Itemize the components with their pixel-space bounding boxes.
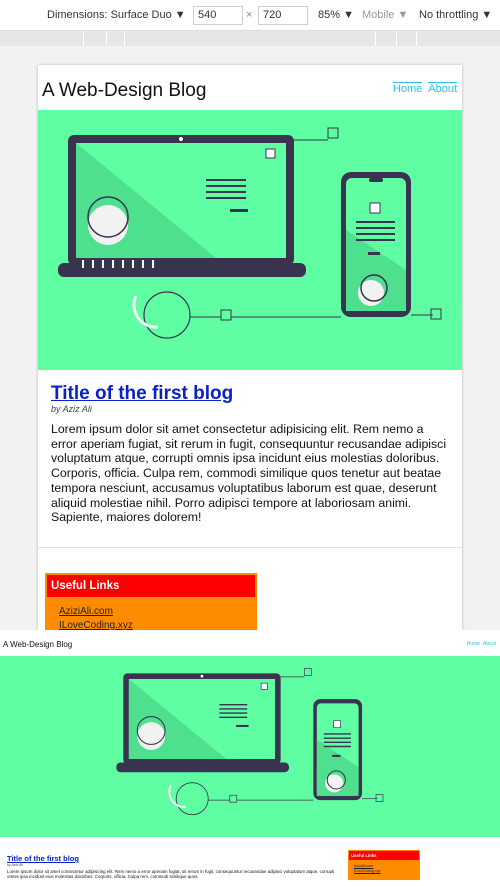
zoom-dropdown[interactable]: 85% ▼: [318, 9, 354, 21]
full-nav-home-link[interactable]: Home: [467, 641, 480, 647]
full-useful-links-heading: Useful Links: [349, 851, 419, 860]
full-width-preview: A Web-Design Blog Home About Title of th…: [0, 636, 500, 887]
useful-links-heading: Useful Links: [47, 575, 255, 597]
nav-about-link[interactable]: About: [428, 82, 457, 95]
media-query-ruler: [0, 31, 500, 46]
post-body: Lorem ipsum dolor sit amet consectetur a…: [51, 422, 447, 525]
full-link-ilovecoding[interactable]: ILoveCoding.xyz: [354, 869, 419, 873]
full-post-title-link[interactable]: Title of the first blog: [7, 854, 79, 863]
full-site-nav: Home About: [467, 641, 496, 647]
device-type-dropdown[interactable]: Mobile ▼: [362, 9, 408, 21]
full-useful-links-box: Useful Links AziziAli.com ILoveCoding.xy…: [348, 850, 420, 880]
width-input[interactable]: 540: [193, 6, 243, 25]
height-input[interactable]: 720: [258, 6, 308, 25]
full-post-body: Lorem ipsum dolor sit amet consectetur a…: [7, 869, 335, 880]
full-hero-illustration: [0, 656, 500, 837]
site-nav: Home About: [392, 82, 457, 95]
hero-illustration: [38, 110, 462, 370]
link-ilovecoding[interactable]: ILoveCoding.xyz: [59, 620, 255, 630]
device-frame: A Web-Design Blog Home About Title of th…: [38, 65, 462, 630]
full-devices-illustration: [116, 668, 384, 816]
times-separator: ×: [246, 9, 253, 21]
throttling-dropdown[interactable]: No throttling ▼: [419, 9, 492, 21]
emulated-viewport: A Web-Design Blog Home About Title of th…: [0, 46, 500, 630]
site-title: A Web-Design Blog: [42, 80, 207, 101]
full-site-title: A Web-Design Blog: [3, 640, 73, 649]
link-azizali[interactable]: AziziAli.com: [59, 606, 255, 617]
full-link-azizali[interactable]: AziziAli.com: [354, 864, 419, 868]
section-divider: [38, 547, 462, 548]
devtools-device-toolbar: Dimensions: Surface Duo ▼ 540 × 720 85% …: [0, 0, 500, 31]
post-author: by Aziz Ali: [51, 404, 92, 414]
devices-illustration: [58, 127, 442, 339]
full-nav-about-link[interactable]: About: [483, 641, 496, 647]
nav-home-link[interactable]: Home: [392, 82, 423, 95]
useful-links-box: Useful Links AziziAli.com ILoveCoding.xy…: [45, 573, 257, 630]
dimensions-dropdown[interactable]: Dimensions: Surface Duo ▼: [47, 9, 186, 21]
post-title-link[interactable]: Title of the first blog: [51, 383, 233, 405]
full-post-author: by Aziz Ali: [7, 863, 23, 867]
